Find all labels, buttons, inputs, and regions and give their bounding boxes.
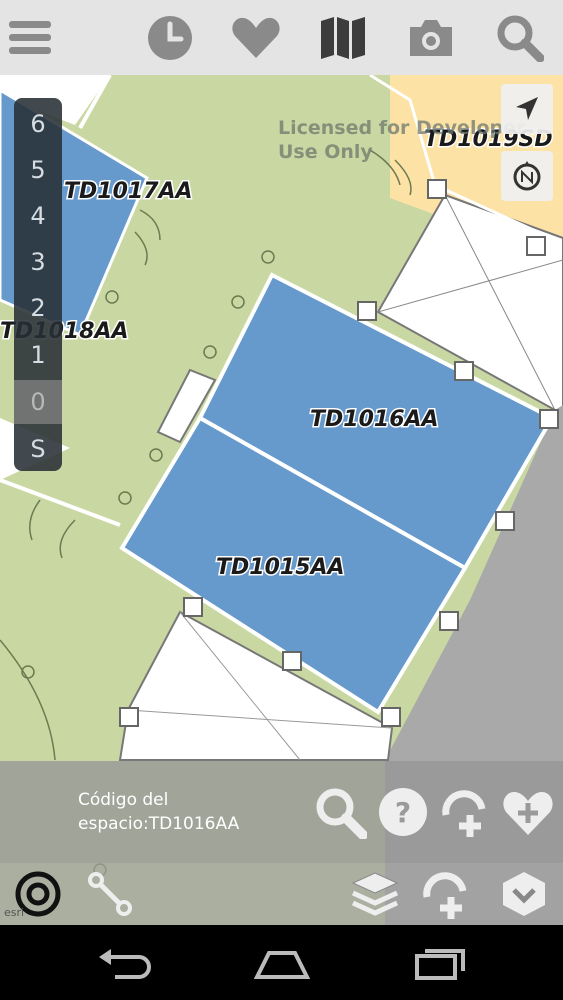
info-help-button[interactable]: ?	[375, 784, 431, 840]
heart-plus-icon	[503, 791, 553, 835]
back-icon	[99, 949, 151, 979]
search-icon	[497, 15, 544, 62]
clock-icon	[148, 16, 192, 60]
floor-5[interactable]: 5	[14, 148, 62, 192]
watermark-line-2: Use Only	[278, 141, 373, 163]
svg-text:?: ?	[395, 796, 411, 829]
space-code-label: Código del	[78, 790, 169, 810]
map-icon	[321, 17, 365, 59]
question-icon: ?	[379, 788, 427, 836]
search-button[interactable]	[490, 8, 550, 68]
add-favorite-button[interactable]	[500, 784, 556, 840]
layers-icon	[351, 872, 399, 916]
navigation-arrow-icon	[516, 97, 538, 120]
back-button[interactable]	[84, 940, 164, 988]
history-button[interactable]	[140, 8, 200, 68]
top-toolbar	[0, 0, 563, 76]
expand-button[interactable]	[496, 866, 552, 922]
floor-2[interactable]: 2	[14, 286, 62, 330]
magnifier-icon	[316, 788, 367, 839]
add-route-point-button[interactable]	[437, 784, 493, 840]
menu-icon	[9, 21, 51, 54]
license-watermark: Licensed for Developer Use Only	[278, 116, 525, 164]
floor-6[interactable]: 6	[14, 102, 62, 146]
floor-1[interactable]: 1	[14, 333, 62, 377]
map-button[interactable]	[313, 8, 373, 68]
home-icon	[253, 951, 311, 979]
my-location-button[interactable]	[501, 84, 553, 134]
floor-s[interactable]: S	[14, 427, 62, 471]
room-label-td1016aa: TD1016AA	[310, 407, 439, 432]
space-code-text: Código del espacio:TD1016AA	[78, 788, 318, 836]
heart-icon	[232, 17, 280, 58]
floor-3[interactable]: 3	[14, 240, 62, 284]
expand-icon	[503, 872, 545, 916]
camera-icon	[410, 20, 452, 56]
recents-button[interactable]	[400, 940, 480, 988]
floor-selector: 6 5 4 3 2 1 0 S	[14, 98, 62, 471]
space-code-value: espacio:TD1016AA	[78, 814, 240, 834]
home-button[interactable]	[242, 940, 322, 988]
esri-attribution: esri	[4, 906, 25, 919]
floor-4[interactable]: 4	[14, 194, 62, 238]
route-icon	[88, 872, 132, 916]
compass-icon	[513, 161, 541, 191]
menu-button[interactable]	[0, 8, 60, 68]
zoom-to-space-button[interactable]	[312, 784, 368, 840]
add-location-icon	[423, 872, 467, 919]
compass-button[interactable]	[501, 151, 553, 201]
layers-button[interactable]	[347, 866, 403, 922]
room-label-td1015aa: TD1015AA	[216, 555, 345, 580]
add-location-button[interactable]	[418, 866, 474, 922]
camera-button[interactable]	[401, 8, 461, 68]
floor-0[interactable]: 0	[14, 380, 62, 424]
room-label-td1017aa: TD1017AA	[64, 179, 193, 204]
add-location-icon	[442, 790, 486, 837]
favorites-button[interactable]	[226, 8, 286, 68]
recents-icon	[415, 949, 465, 980]
route-button[interactable]	[82, 866, 138, 922]
watermark-line-1: Licensed for Developer	[278, 117, 526, 139]
